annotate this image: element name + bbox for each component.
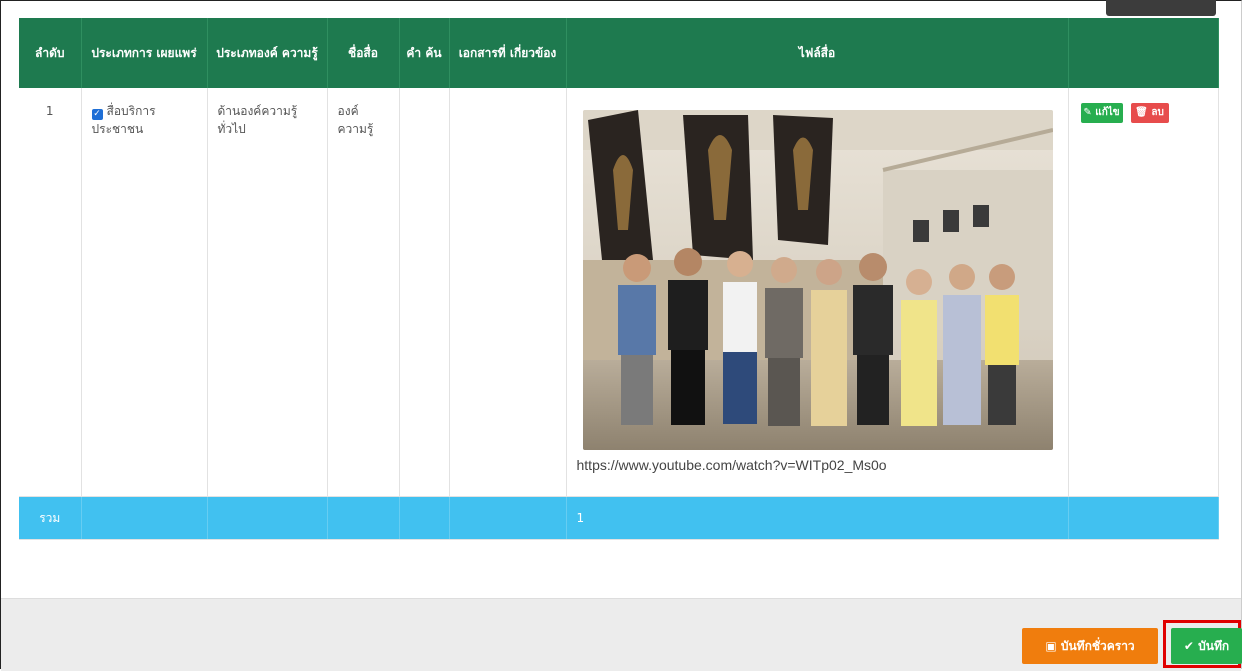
delete-button[interactable]: 🗑 ลบ bbox=[1130, 103, 1169, 123]
col-header-keywords: คำ ค้น bbox=[399, 18, 450, 88]
table-row: 1 ✓ สื่อบริการประชาชน ด้านองค์ความรู้ทั่ว… bbox=[19, 88, 1219, 497]
cell-related-docs bbox=[449, 88, 567, 497]
total-value: 1 bbox=[566, 496, 1069, 540]
cell-media-file: https://www.youtube.com/watch?v=WITp02_M… bbox=[566, 88, 1069, 497]
cell-media-name: องค์ ความรู้ bbox=[327, 88, 400, 497]
media-photo bbox=[582, 110, 1053, 450]
pencil-icon: ✎ bbox=[1083, 107, 1092, 118]
total-row: รวม 1 bbox=[19, 496, 1219, 540]
total-cell-empty bbox=[1068, 496, 1219, 540]
col-header-actions bbox=[1068, 18, 1219, 88]
col-header-media-file: ไฟล์สื่อ bbox=[566, 18, 1069, 88]
total-cell-empty bbox=[399, 496, 450, 540]
top-tab[interactable] bbox=[1106, 0, 1216, 16]
total-cell-empty bbox=[81, 496, 208, 540]
trash-icon: 🗑 bbox=[1135, 107, 1148, 118]
checkmark-icon: ✔ bbox=[1183, 639, 1194, 653]
save-label: บันทึก bbox=[1198, 639, 1230, 653]
cell-keywords bbox=[399, 88, 450, 497]
save-button[interactable]: ✔ บันทึก bbox=[1171, 628, 1242, 664]
save-draft-label: บันทึกชั่วคราว bbox=[1060, 639, 1135, 653]
col-header-index: ลำดับ bbox=[19, 18, 82, 88]
col-header-publish-type: ประเภทการ เผยแพร่ bbox=[81, 18, 208, 88]
media-table: ลำดับ ประเภทการ เผยแพร่ ประเภทองค์ ความร… bbox=[19, 18, 1219, 540]
save-draft-button[interactable]: ▣ บันทึกชั่วคราว bbox=[1022, 628, 1158, 664]
col-header-related-docs: เอกสารที่ เกี่ยวข้อง bbox=[449, 18, 567, 88]
total-label: รวม bbox=[19, 496, 82, 540]
total-cell-empty bbox=[327, 496, 400, 540]
table-header-row: ลำดับ ประเภทการ เผยแพร่ ประเภทองค์ ความร… bbox=[19, 18, 1219, 88]
cell-knowledge-type: ด้านองค์ความรู้ทั่วไป bbox=[207, 88, 328, 497]
total-cell-empty bbox=[449, 496, 567, 540]
cell-actions: ✎ แก้ไข 🗑 ลบ bbox=[1068, 88, 1219, 497]
edit-label: แก้ไข bbox=[1095, 107, 1120, 118]
media-url-link[interactable]: https://www.youtube.com/watch?v=WITp02_M… bbox=[577, 456, 1058, 474]
total-cell-empty bbox=[207, 496, 328, 540]
col-header-knowledge-type: ประเภทองค์ ความรู้ bbox=[207, 18, 328, 88]
checked-checkbox-icon[interactable]: ✓ bbox=[91, 109, 103, 120]
edit-button[interactable]: ✎ แก้ไข bbox=[1080, 103, 1123, 123]
cell-index: 1 bbox=[19, 88, 82, 497]
floppy-disk-icon: ▣ bbox=[1045, 639, 1057, 653]
col-header-media-name: ชื่อสื่อ bbox=[327, 18, 400, 88]
delete-label: ลบ bbox=[1151, 107, 1164, 118]
cell-publish-type: ✓ สื่อบริการประชาชน bbox=[81, 88, 208, 497]
media-thumbnail[interactable] bbox=[582, 110, 1053, 450]
